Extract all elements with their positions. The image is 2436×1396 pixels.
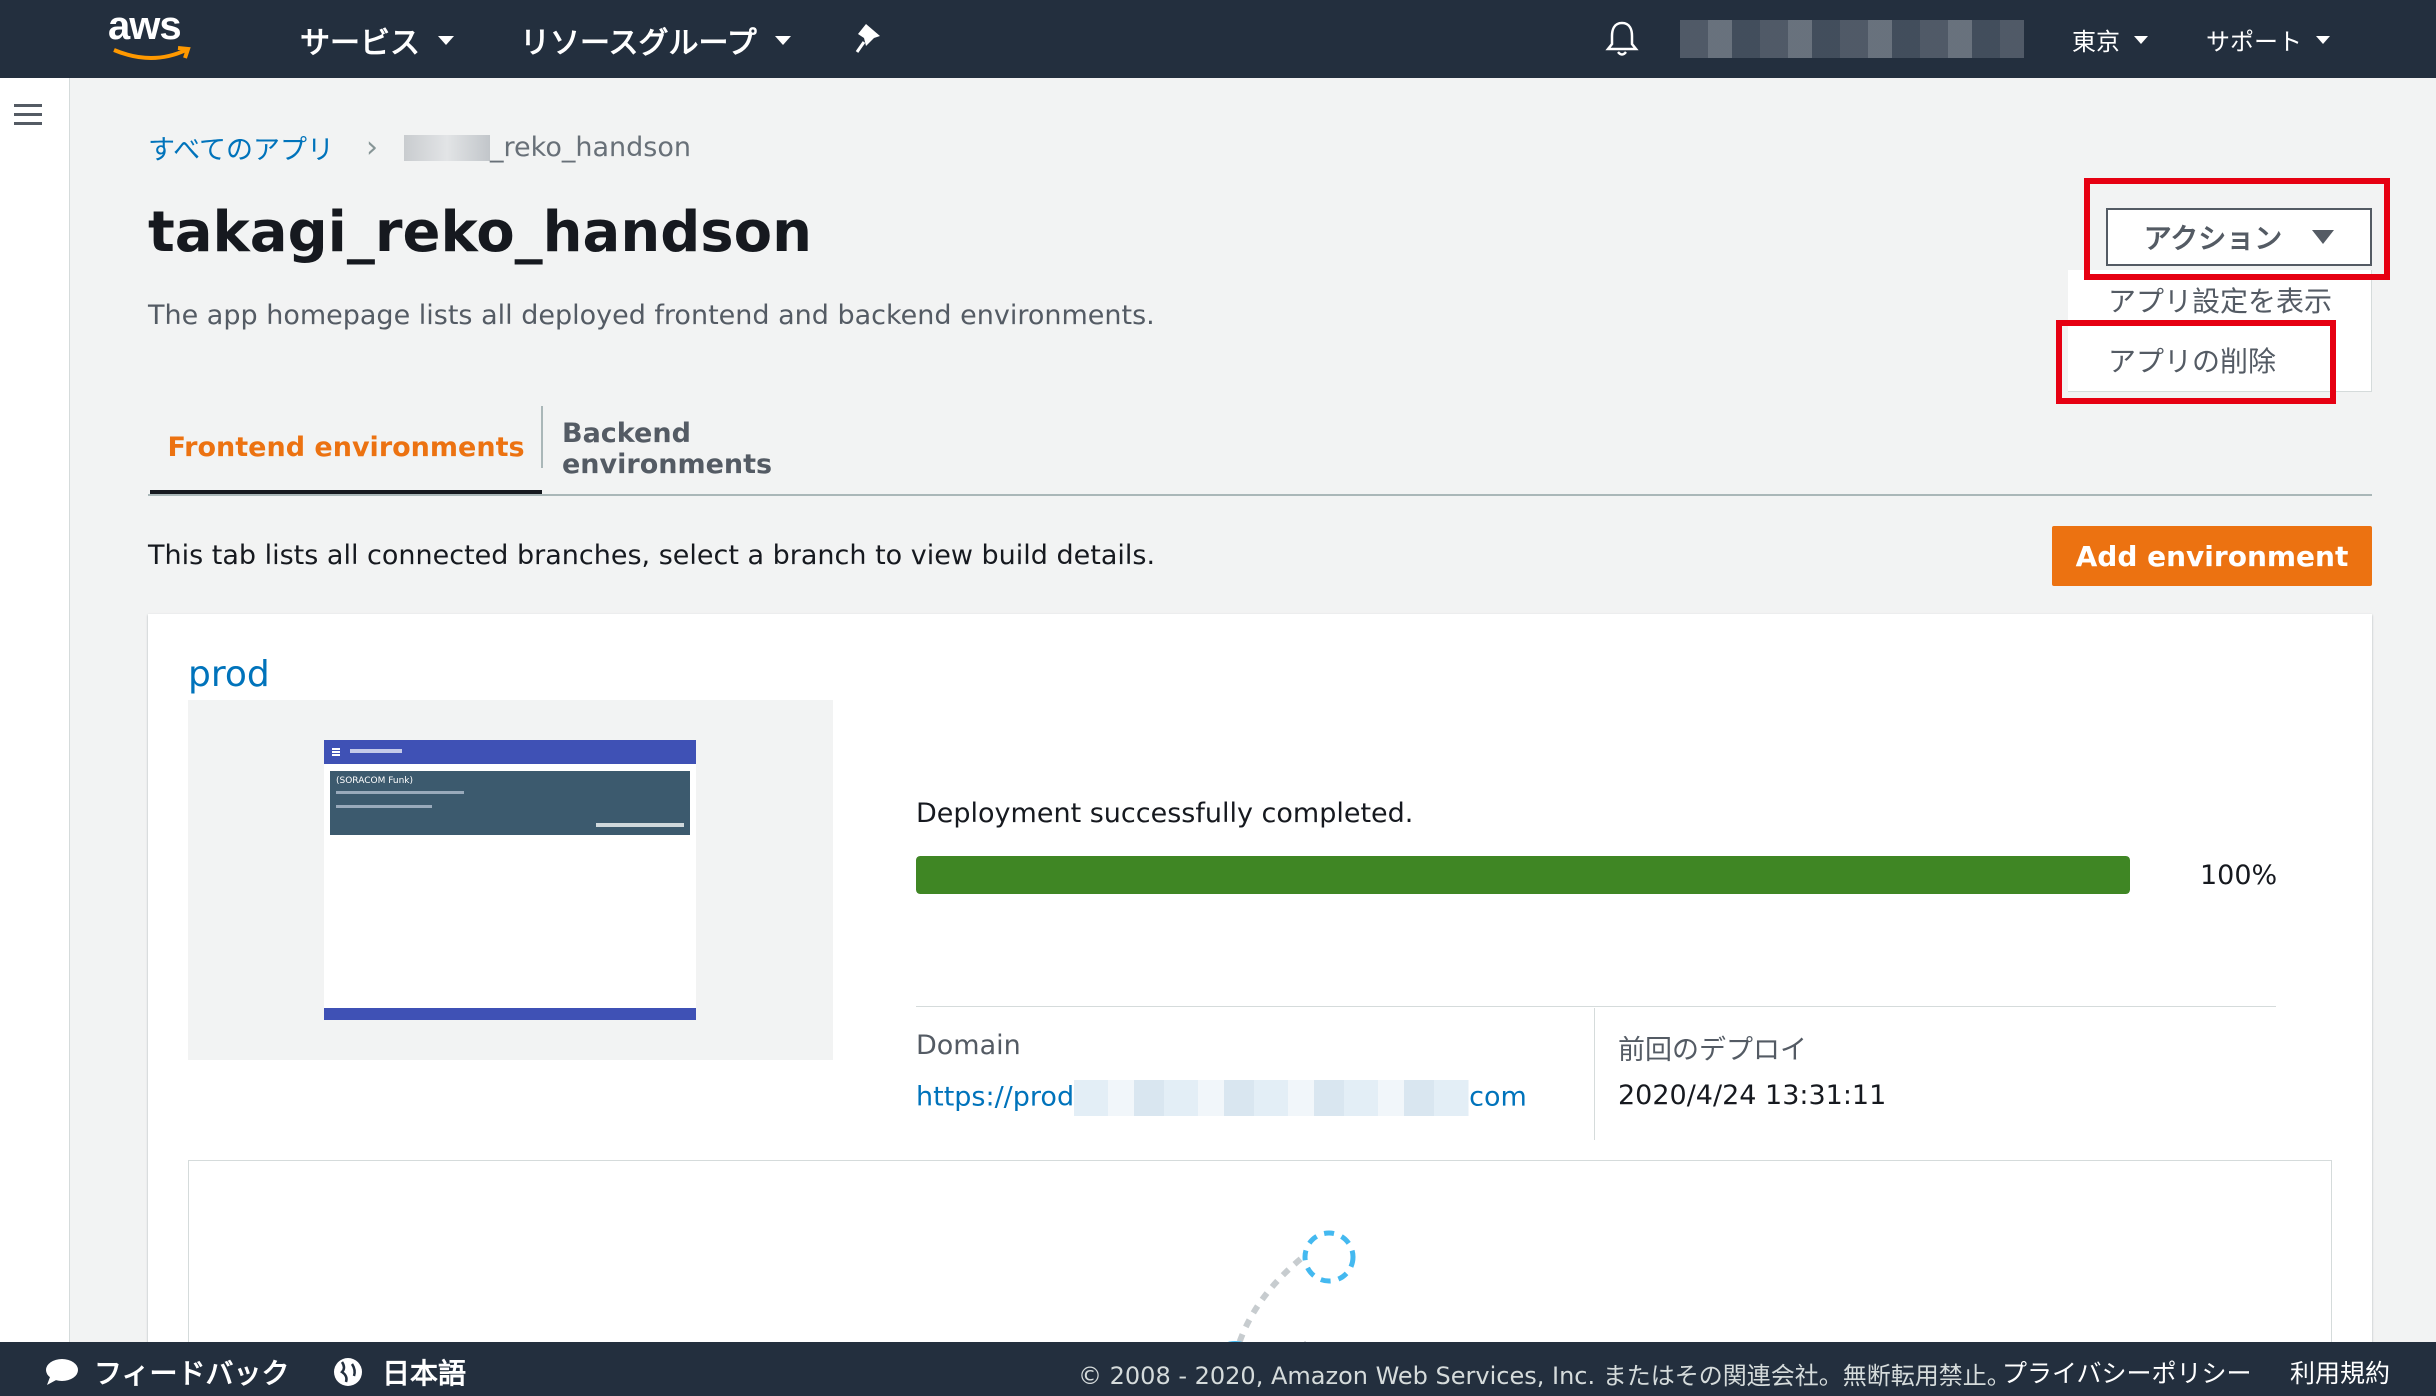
region-label: 東京 bbox=[2072, 28, 2120, 56]
speech-bubble-icon bbox=[46, 1359, 78, 1385]
last-deploy-label: 前回のデプロイ bbox=[1618, 1035, 1807, 1066]
breadcrumb-current: _reko_handson bbox=[490, 132, 691, 163]
domain-prefix: https://prod bbox=[916, 1081, 1075, 1113]
last-deploy-value: 2020/4/24 13:31:11 bbox=[1618, 1080, 1887, 1111]
support-menu[interactable]: サポート bbox=[2206, 22, 2330, 57]
divider bbox=[916, 1006, 2276, 1007]
resource-groups-label: リソースグループ bbox=[520, 26, 757, 61]
tab-description: This tab lists all connected branches, s… bbox=[148, 540, 1156, 571]
bell-icon[interactable] bbox=[1604, 20, 1640, 62]
actions-dropdown-menu: アプリ設定を表示 アプリの削除 bbox=[2068, 270, 2372, 392]
pin-icon[interactable] bbox=[854, 22, 884, 58]
progress-percent: 100% bbox=[2200, 860, 2278, 891]
actions-button[interactable]: アクション bbox=[2106, 208, 2372, 266]
services-menu[interactable]: サービス bbox=[300, 18, 454, 62]
tab-frontend-environments[interactable]: Frontend environments bbox=[150, 404, 542, 494]
add-environment-button[interactable]: Add environment bbox=[2052, 526, 2372, 586]
page-title: takagi_reko_handson bbox=[148, 200, 812, 265]
support-label: サポート bbox=[2206, 28, 2302, 56]
globe-icon bbox=[334, 1358, 362, 1386]
domain-label: Domain bbox=[916, 1030, 1021, 1061]
branch-card: prod (SORACOM Funk) Deployment successfu… bbox=[148, 614, 2372, 1381]
menu-icon[interactable] bbox=[14, 104, 42, 126]
feedback-button[interactable]: フィードバック bbox=[44, 1352, 289, 1392]
redacted-text bbox=[1074, 1080, 1470, 1116]
tab-backend-environments[interactable]: Backend environments bbox=[562, 404, 910, 494]
deployment-status-text: Deployment successfully completed. bbox=[916, 798, 1414, 829]
language-label: 日本語 bbox=[382, 1357, 467, 1390]
branch-name-link[interactable]: prod bbox=[188, 654, 270, 695]
chevron-right-icon: › bbox=[366, 130, 379, 165]
side-navigation-rail bbox=[0, 78, 70, 1342]
chevron-down-icon bbox=[438, 35, 454, 45]
terms-of-use-link[interactable]: 利用規約 bbox=[2290, 1354, 2390, 1390]
aws-logo[interactable]: aws bbox=[108, 4, 198, 70]
breadcrumb-all-apps[interactable]: すべてのアプリ bbox=[148, 128, 334, 167]
services-label: サービス bbox=[300, 26, 420, 61]
tab-label: Frontend environments bbox=[167, 431, 525, 463]
tab-label: Backend environments bbox=[562, 418, 773, 480]
feedback-label: フィードバック bbox=[94, 1357, 290, 1390]
redacted-text bbox=[404, 134, 491, 161]
smile-arrow-icon bbox=[113, 46, 191, 60]
page-description: The app homepage lists all deployed fron… bbox=[148, 300, 1155, 331]
top-navigation: aws サービス リソースグループ 東京 サポート bbox=[0, 0, 2436, 78]
chevron-down-icon bbox=[2316, 35, 2330, 44]
chevron-down-icon bbox=[774, 35, 791, 45]
tab-divider bbox=[541, 406, 543, 468]
copyright-text: © 2008 - 2020, Amazon Web Services, Inc.… bbox=[1078, 1362, 2011, 1390]
privacy-policy-link[interactable]: プライバシーポリシー bbox=[2002, 1354, 2252, 1390]
domain-link[interactable]: https://prod com bbox=[916, 1080, 1527, 1116]
account-menu-redacted[interactable] bbox=[1680, 20, 2024, 58]
divider bbox=[1594, 1008, 1595, 1140]
console-footer: フィードバック 日本語 © 2008 - 2020, Amazon Web Se… bbox=[0, 1342, 2436, 1396]
deployment-progress-bar bbox=[916, 856, 2130, 894]
menu-item-delete-app[interactable]: アプリの削除 bbox=[2108, 340, 2276, 380]
actions-button-label: アクション bbox=[2143, 222, 2283, 255]
preview-panel-title: (SORACOM Funk) bbox=[336, 776, 414, 786]
caret-down-icon bbox=[2312, 230, 2335, 244]
preview-page: (SORACOM Funk) bbox=[324, 740, 696, 1020]
domain-suffix: com bbox=[1469, 1081, 1527, 1113]
resource-groups-menu[interactable]: リソースグループ bbox=[520, 18, 791, 62]
breadcrumb: すべてのアプリ › _reko_handson bbox=[148, 128, 691, 167]
menu-item-view-app-settings[interactable]: アプリ設定を表示 bbox=[2108, 280, 2332, 320]
preview-panel: (SORACOM Funk) bbox=[330, 771, 690, 835]
progress-fill bbox=[916, 856, 2130, 894]
aws-logo-text: aws bbox=[108, 4, 182, 48]
site-preview-thumbnail[interactable]: (SORACOM Funk) bbox=[188, 700, 833, 1060]
language-selector[interactable]: 日本語 bbox=[332, 1352, 466, 1392]
region-menu[interactable]: 東京 bbox=[2072, 22, 2148, 57]
environment-tabs: Frontend environments Backend environmen… bbox=[148, 404, 2372, 496]
chevron-down-icon bbox=[2134, 35, 2148, 44]
